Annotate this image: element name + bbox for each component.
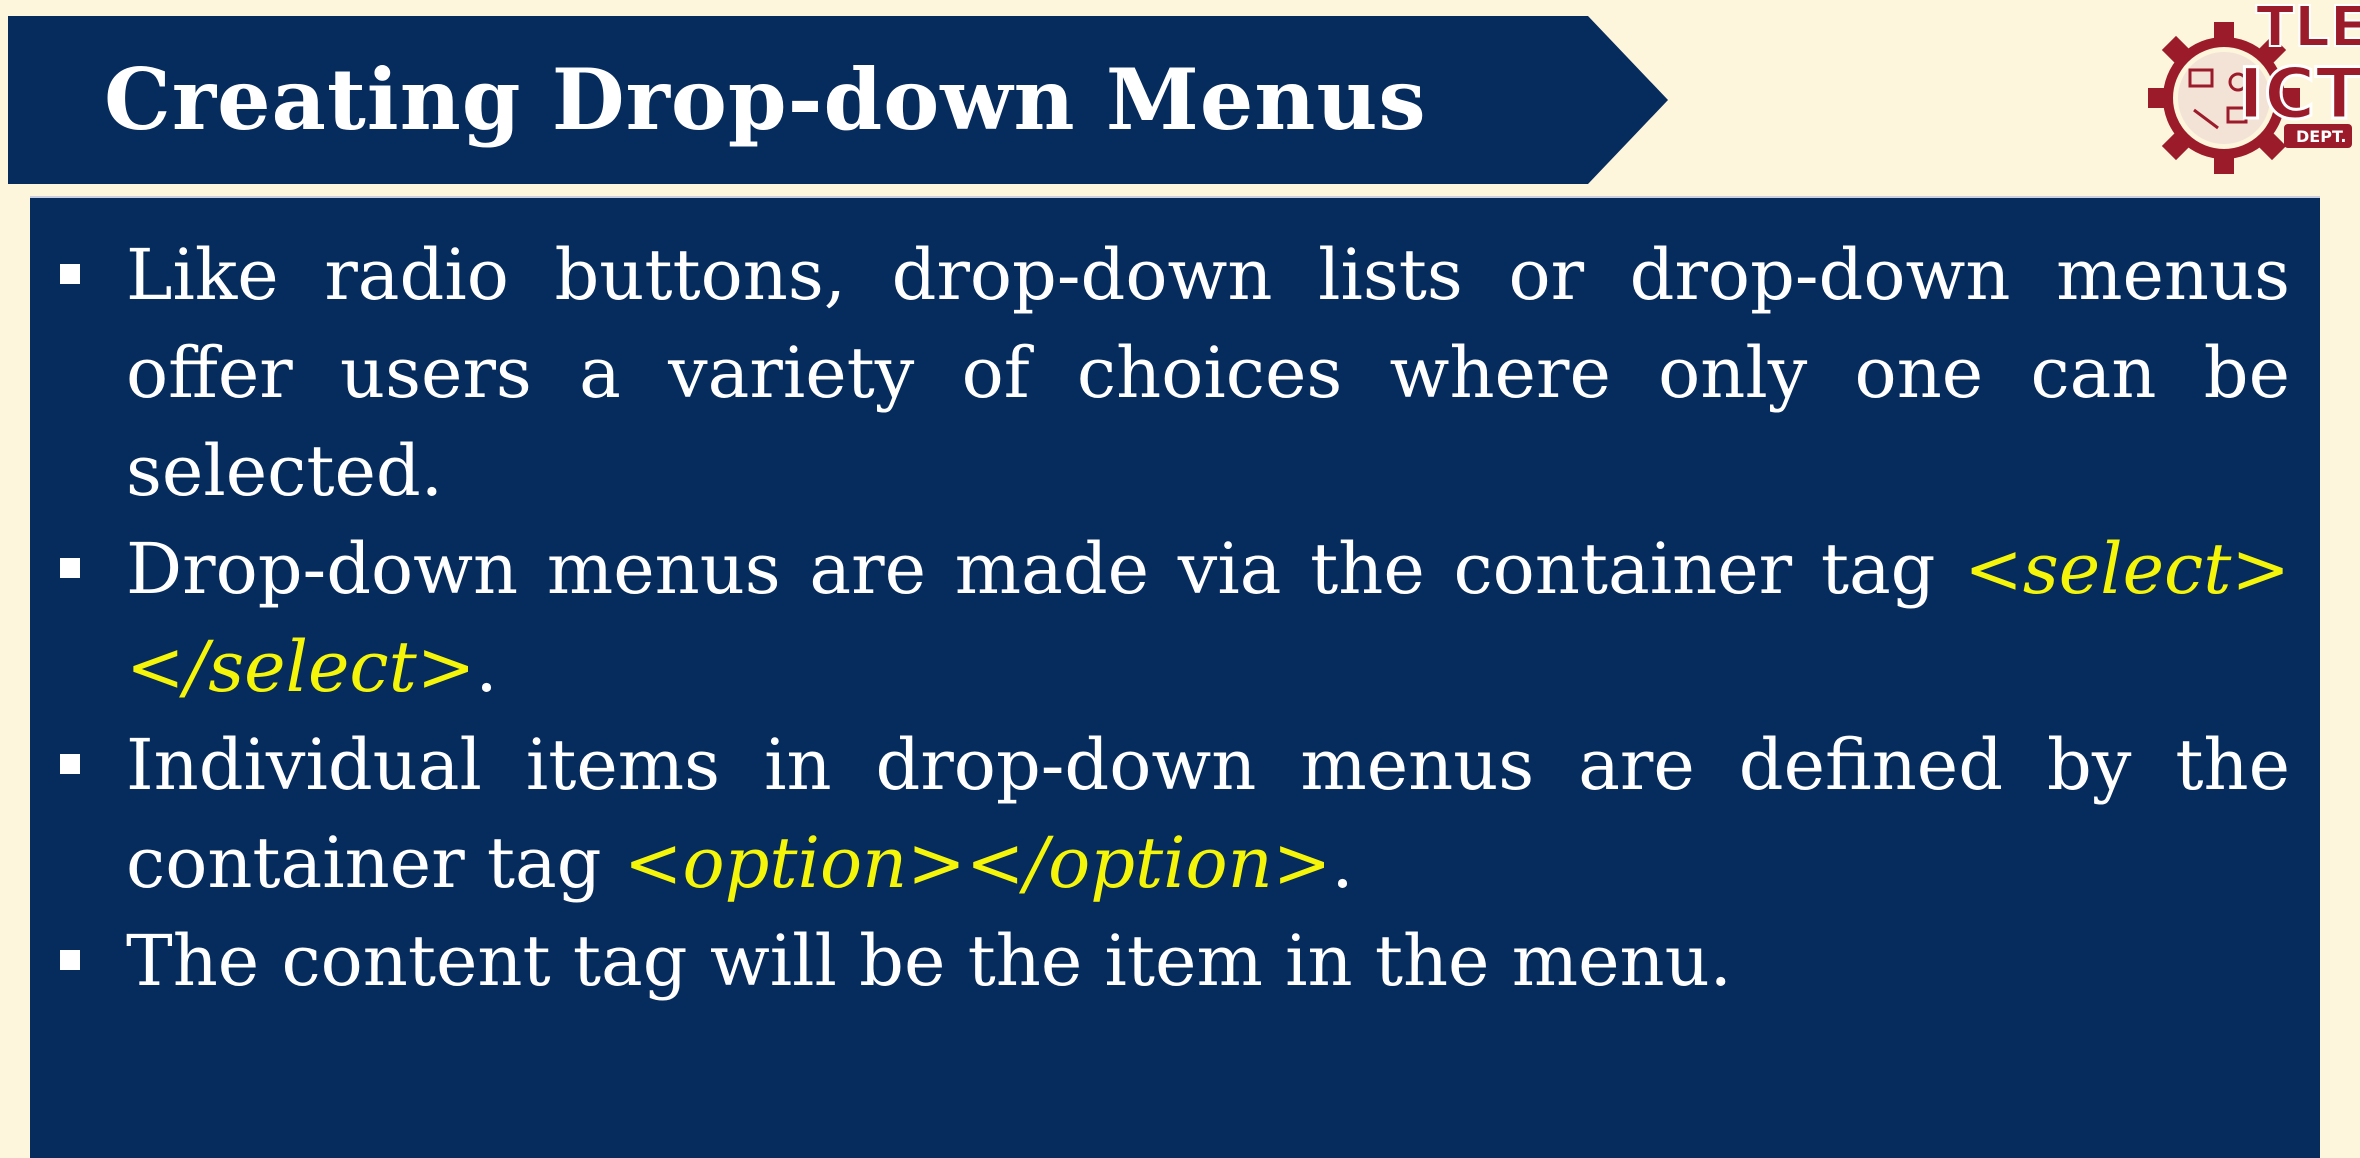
- square-bullet-icon: [60, 950, 80, 970]
- bullet-text: Drop-down menus are made via the contain…: [126, 528, 1965, 610]
- bullet-text: The content tag will be the item in the …: [126, 920, 1732, 1002]
- bullet-item-radio-comparison: Like radio buttons, drop-down lists or d…: [30, 226, 2320, 520]
- square-bullet-icon: [60, 558, 80, 578]
- bullet-item-content-tag: The content tag will be the item in the …: [30, 912, 2320, 1010]
- square-bullet-icon: [60, 754, 80, 774]
- bullet-item-select-tag: Drop-down menus are made via the contain…: [30, 520, 2320, 716]
- bullet-text-end: .: [475, 626, 498, 708]
- bullet-list: Like radio buttons, drop-down lists or d…: [30, 226, 2320, 1010]
- content-panel: Like radio buttons, drop-down lists or d…: [30, 196, 2320, 1158]
- logo-text-top: TLE: [2256, 0, 2360, 60]
- title-banner: Creating Drop-down Menus: [8, 16, 1670, 184]
- tle-ict-logo: TLE ICT DEPT.: [2128, 0, 2360, 182]
- logo-text-main: ICT: [2238, 53, 2360, 135]
- bullet-text-end: .: [1331, 822, 1354, 904]
- slide-title: Creating Drop-down Menus: [104, 50, 1427, 149]
- option-tag-code: <option></option>: [623, 822, 1332, 904]
- square-bullet-icon: [60, 264, 80, 284]
- gear-logo-icon: TLE ICT DEPT.: [2148, 0, 2360, 174]
- bullet-text: Like radio buttons, drop-down lists or d…: [126, 234, 2290, 512]
- logo-badge-text: DEPT.: [2296, 127, 2347, 146]
- bullet-item-option-tag: Individual items in drop-down menus are …: [30, 716, 2320, 912]
